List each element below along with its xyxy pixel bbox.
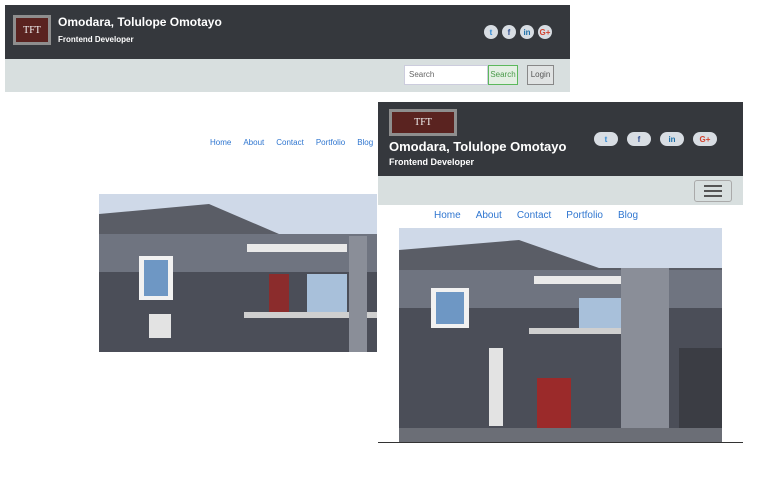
- logo-text: TFT: [392, 112, 454, 133]
- nav-about[interactable]: About: [243, 138, 264, 147]
- nav-blog[interactable]: Blog: [618, 210, 638, 221]
- logo[interactable]: TFT: [389, 109, 457, 136]
- mobile-header: TFT Omodara, Tolulope Omotayo Frontend D…: [378, 102, 743, 176]
- social-links: t f in G+: [594, 132, 717, 146]
- search-button[interactable]: Search: [488, 65, 518, 85]
- hamburger-menu-icon[interactable]: [694, 180, 732, 202]
- desktop-toolbar: Search Search Login: [5, 59, 570, 92]
- site-owner-role: Frontend Developer: [58, 35, 134, 44]
- search-input[interactable]: Search: [404, 65, 488, 85]
- hamburger-line: [704, 195, 722, 197]
- nav-home[interactable]: Home: [210, 138, 231, 147]
- desktop-nav: Home About Contact Portfolio Blog: [210, 138, 373, 147]
- mobile-toolbar: [378, 176, 743, 205]
- site-owner-name: Omodara, Tolulope Omotayo: [389, 139, 567, 154]
- desktop-header: TFT Omodara, Tolulope Omotayo Frontend D…: [5, 5, 570, 59]
- site-owner-role: Frontend Developer: [389, 157, 475, 167]
- hamburger-line: [704, 190, 722, 192]
- twitter-icon[interactable]: t: [594, 132, 618, 146]
- google-plus-icon[interactable]: G+: [538, 25, 552, 39]
- house-photo: [99, 194, 377, 352]
- google-plus-icon[interactable]: G+: [693, 132, 717, 146]
- social-links: t f in G+: [484, 25, 552, 39]
- site-owner-name: Omodara, Tolulope Omotayo: [58, 15, 222, 29]
- house-photo: [399, 228, 722, 442]
- mobile-view: TFT Omodara, Tolulope Omotayo Frontend D…: [378, 102, 743, 443]
- nav-portfolio[interactable]: Portfolio: [566, 210, 603, 221]
- login-button[interactable]: Login: [527, 65, 554, 85]
- nav-home[interactable]: Home: [434, 210, 461, 221]
- nav-about[interactable]: About: [476, 210, 502, 221]
- hamburger-line: [704, 185, 722, 187]
- logo[interactable]: TFT: [13, 15, 51, 45]
- nav-contact[interactable]: Contact: [517, 210, 551, 221]
- nav-contact[interactable]: Contact: [276, 138, 304, 147]
- linkedin-icon[interactable]: in: [520, 25, 534, 39]
- linkedin-icon[interactable]: in: [660, 132, 684, 146]
- facebook-icon[interactable]: f: [627, 132, 651, 146]
- nav-blog[interactable]: Blog: [357, 138, 373, 147]
- twitter-icon[interactable]: t: [484, 25, 498, 39]
- mobile-nav: Home About Contact Portfolio Blog: [434, 210, 638, 221]
- facebook-icon[interactable]: f: [502, 25, 516, 39]
- logo-text: TFT: [16, 18, 48, 42]
- nav-portfolio[interactable]: Portfolio: [316, 138, 345, 147]
